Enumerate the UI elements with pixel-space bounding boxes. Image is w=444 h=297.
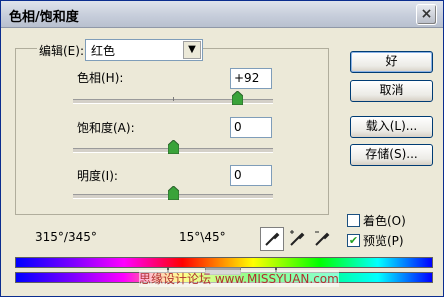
cancel-button[interactable]: 取消 — [350, 80, 433, 102]
hue-label: 色相(H): — [77, 71, 124, 85]
range-right-text: 15°\45° — [179, 230, 226, 244]
eyedropper-minus-button[interactable] — [312, 227, 334, 249]
hue-slider-center-tick — [173, 97, 174, 101]
range-left-text: 315°/345° — [35, 230, 97, 244]
edit-label: 编辑(E): — [37, 42, 86, 59]
hue-slider-thumb[interactable] — [232, 91, 243, 105]
lightness-label: 明度(I): — [77, 169, 118, 183]
save-button[interactable]: 存储(S)... — [350, 144, 433, 166]
saturation-input-value: 0 — [234, 120, 242, 134]
ok-button[interactable]: 好 — [350, 51, 433, 73]
lightness-slider-thumb[interactable] — [168, 186, 179, 200]
edit-dropdown[interactable]: 红色 ▼ — [85, 39, 203, 61]
preview-label[interactable]: 预览(P) — [363, 232, 404, 249]
lightness-input-value: 0 — [234, 168, 242, 182]
close-icon: × — [420, 6, 433, 22]
hue-input[interactable]: +92 — [230, 68, 272, 89]
eyedropper-icon — [265, 232, 280, 246]
eyedropper-plus-icon — [290, 230, 305, 246]
preview-checkbox[interactable]: ✔ — [347, 234, 360, 247]
saturation-slider-thumb[interactable] — [168, 140, 179, 154]
hue-input-value: +92 — [234, 71, 260, 85]
title-bar[interactable]: 色相/饱和度 × — [1, 1, 443, 28]
watermark-text: 思缘设计论坛 www.MISSYUAN.com — [139, 270, 339, 287]
edit-dropdown-value: 红色 — [91, 44, 116, 58]
window-title: 色相/饱和度 — [9, 10, 79, 25]
saturation-label: 饱和度(A): — [77, 121, 135, 135]
colorize-label[interactable]: 着色(O) — [363, 212, 406, 229]
lightness-input[interactable]: 0 — [230, 165, 272, 186]
hue-saturation-dialog: 色相/饱和度 × 编辑(E): 红色 ▼ 色相(H): +92 饱和度(A): … — [0, 0, 444, 297]
eyedropper-button[interactable] — [260, 227, 284, 251]
eyedropper-plus-button[interactable] — [287, 227, 309, 249]
eyedropper-minus-icon — [315, 231, 330, 246]
colorize-checkbox[interactable] — [347, 214, 360, 227]
saturation-input[interactable]: 0 — [230, 117, 272, 138]
chevron-down-icon[interactable]: ▼ — [183, 41, 201, 59]
load-button[interactable]: 载入(L)... — [350, 116, 433, 138]
close-button[interactable]: × — [416, 4, 437, 25]
